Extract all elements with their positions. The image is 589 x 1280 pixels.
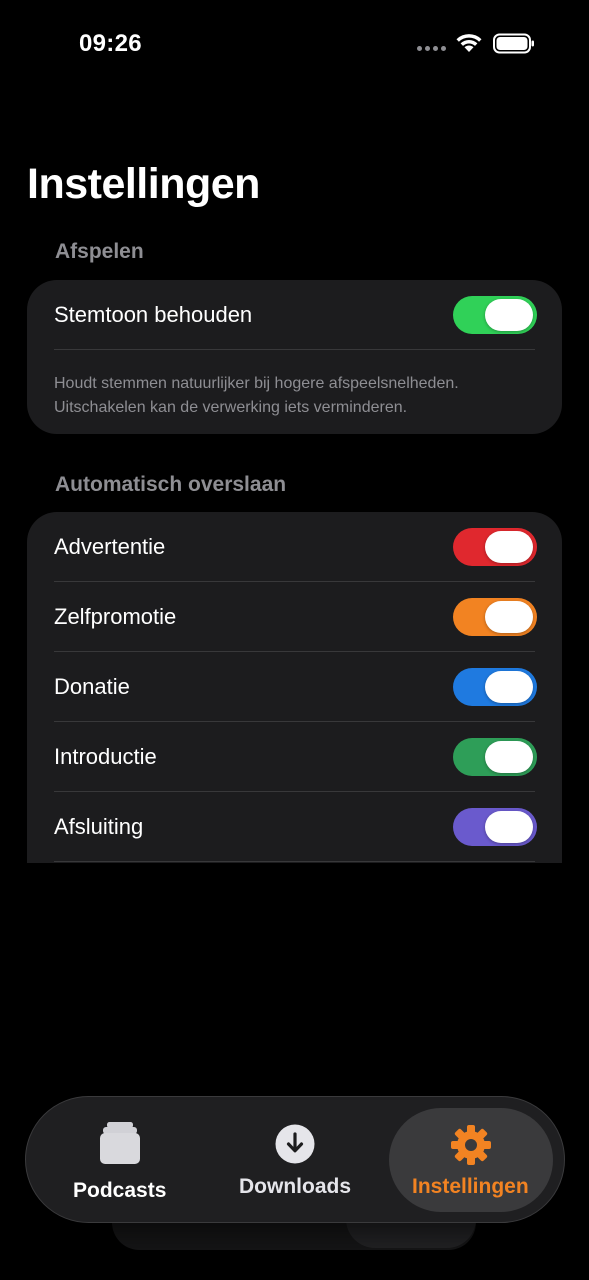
afsluiting-toggle[interactable] [453,808,537,846]
signal-icon [417,46,446,51]
download-circle-icon [275,1124,315,1164]
tab-downloads[interactable]: Downloads [236,1097,356,1222]
gear-icon [451,1125,491,1165]
setting-label: Advertentie [54,534,166,559]
wifi-icon [456,34,482,52]
setting-label: Stemtoon behouden [54,302,253,327]
footnote-line: Houdt stemmen natuurlijker bij hogere af… [54,375,459,392]
setting-label: Introductie [54,744,157,769]
status-time: 09:26 [79,30,142,57]
advertentie-toggle[interactable] [453,528,537,566]
tab-label: Downloads [239,1175,352,1198]
setting-row-introductie: Introductie [27,722,562,792]
setting-row-advertentie: Advertentie [27,512,562,582]
setting-label: Afsluiting [54,814,144,839]
zelfpromotie-toggle[interactable] [453,598,537,636]
section-header-playback: Afspelen [55,240,144,263]
donatie-toggle[interactable] [453,668,537,706]
setting-label: Zelfpromotie [54,604,177,629]
page-title: Instellingen [27,160,260,208]
playback-footnote: Houdt stemmen natuurlijker bij hogere af… [27,350,562,420]
tab-label: Instellingen [412,1175,529,1198]
setting-row-zelfpromotie: Zelfpromotie [27,582,562,652]
toggle-knob [485,299,533,331]
keep-pitch-toggle[interactable] [453,296,537,334]
divider [54,861,535,862]
setting-row-keep-pitch: Stemtoon behouden [27,280,562,350]
toggle-knob [485,601,533,633]
tab-instellingen[interactable]: Instellingen [401,1097,541,1222]
toggle-knob [485,531,533,563]
battery-icon [493,33,534,54]
toggle-knob [485,671,533,703]
auto-skip-card: Advertentie Zelfpromotie Donatie Introdu… [27,512,562,863]
tab-bar: Podcasts Downloads Instellingen [25,1096,565,1223]
playback-card: Stemtoon behouden Houdt stemmen natuurli… [27,280,562,434]
section-header-auto-skip: Automatisch overslaan [55,473,287,496]
setting-row-donatie: Donatie [27,652,562,722]
toggle-knob [485,811,533,843]
toggle-knob [485,741,533,773]
stack-icon [100,1122,140,1164]
status-bar: 09:26 [0,0,589,88]
divider [54,349,535,350]
setting-row-afsluiting: Afsluiting [27,792,562,862]
introductie-toggle[interactable] [453,738,537,776]
setting-label: Donatie [54,674,130,699]
tab-podcasts[interactable]: Podcasts [70,1097,170,1222]
footnote-line: Uitschakelen kan de verwerking iets verm… [54,399,408,416]
tab-label: Podcasts [73,1179,167,1202]
